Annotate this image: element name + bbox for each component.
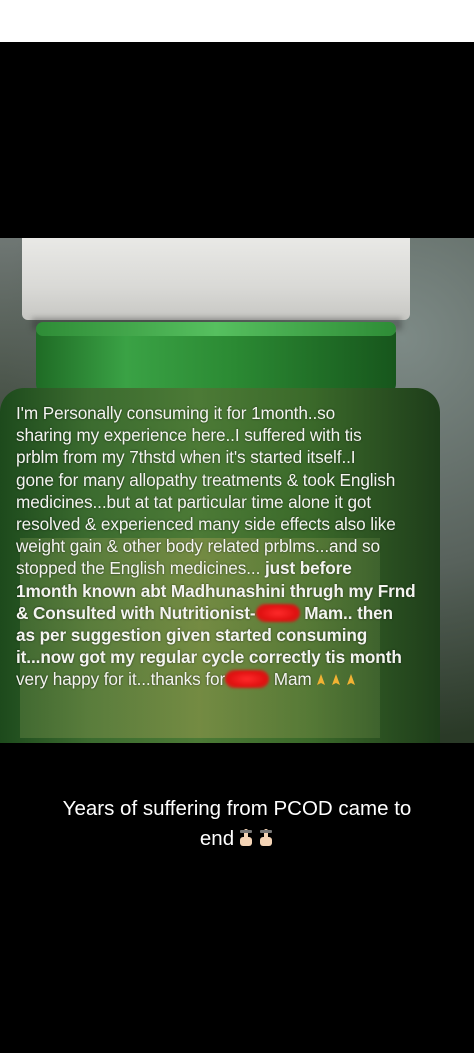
bottle-neck-ridge xyxy=(36,322,396,336)
caption-text: end xyxy=(199,827,235,850)
redaction-mark xyxy=(255,603,300,622)
top-white-bar xyxy=(0,0,474,42)
testimonial-line: I'm Personally consuming it for 1month..… xyxy=(16,403,336,423)
testimonial-text-bold: Mam.. then xyxy=(299,602,393,623)
folded-hands-icon xyxy=(331,674,340,686)
testimonial-line: 1month known abt Madhunashini thrugh my … xyxy=(16,580,416,601)
supplement-photo: I'm Personally consuming it for 1month..… xyxy=(0,238,474,743)
testimonial-text-regular: very happy for it...thanks for xyxy=(16,669,226,690)
folded-hands-icon xyxy=(316,674,325,686)
caption-line: end xyxy=(0,824,474,854)
post-caption: Years of suffering from PCOD came to end xyxy=(0,794,474,854)
testimonial-text-regular: Mam xyxy=(269,669,312,690)
redaction-mark xyxy=(225,670,270,689)
testimonial-text-bold: & Consulted with Nutritionist- xyxy=(16,602,256,623)
testimonial-line: stopped the English medicines... just be… xyxy=(16,557,468,579)
testimonial-line: weight gain & other body related prblms.… xyxy=(16,536,380,557)
bottle-cap xyxy=(22,238,410,320)
pointing-down-icon xyxy=(240,829,253,846)
testimonial-text-regular: stopped the English medicines... xyxy=(16,558,265,579)
testimonial-line: prblm from my 7thstd when it's started i… xyxy=(16,447,356,468)
testimonial-line: very happy for it...thanks for Mam xyxy=(16,668,468,690)
testimonial-text: I'm Personally consuming it for 1month..… xyxy=(16,402,468,691)
testimonial-line: it...now got my regular cycle correctly … xyxy=(16,647,402,668)
testimonial-line: as per suggestion given started consumin… xyxy=(16,625,368,646)
caption-line: Years of suffering from PCOD came to xyxy=(62,797,412,820)
folded-hands-icon xyxy=(346,674,355,686)
testimonial-text-bold: just before xyxy=(264,558,352,579)
testimonial-line: medicines...but at tat particular time a… xyxy=(16,491,372,512)
testimonial-line: gone for many allopathy treatments & too… xyxy=(16,469,396,490)
testimonial-line: & Consulted with Nutritionist- Mam.. the… xyxy=(16,602,468,624)
pointing-down-icon xyxy=(260,829,273,846)
testimonial-line: resolved & experienced many side effects… xyxy=(16,514,396,535)
testimonial-line: sharing my experience here..I suffered w… xyxy=(16,425,362,446)
